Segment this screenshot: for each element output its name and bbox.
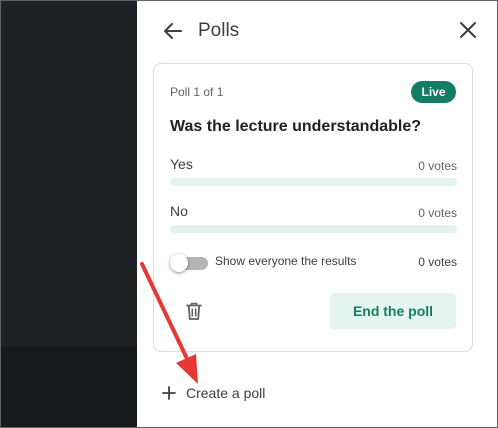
poll-counter: Poll 1 of 1 [170, 85, 224, 99]
trash-icon[interactable] [184, 301, 204, 321]
show-results-label: Show everyone the results [215, 254, 357, 268]
end-poll-button[interactable]: End the poll [330, 293, 456, 329]
polls-panel: Polls Poll 1 of 1 Live Was the lecture u… [137, 0, 498, 428]
option-yes-votes: 0 votes [418, 159, 457, 173]
close-icon[interactable] [459, 21, 477, 39]
poll-question: Was the lecture understandable? [170, 118, 422, 135]
meeting-stage [0, 0, 137, 346]
option-yes-bar [170, 178, 457, 186]
option-no-bar [170, 225, 457, 233]
toggle-thumb [170, 254, 188, 272]
arrow-back-icon[interactable] [163, 21, 183, 41]
show-results-toggle[interactable] [170, 254, 208, 272]
plus-icon [162, 386, 176, 400]
meeting-bottom-bar [0, 346, 137, 428]
option-yes-label: Yes [170, 156, 193, 172]
option-no-label: No [170, 203, 188, 219]
option-no-votes: 0 votes [418, 206, 457, 220]
poll-card: Poll 1 of 1 Live Was the lecture underst… [153, 63, 473, 352]
panel-title: Polls [198, 20, 240, 41]
create-poll-label: Create a poll [186, 385, 266, 401]
show-results-votes: 0 votes [418, 255, 457, 269]
status-badge: Live [411, 81, 456, 103]
